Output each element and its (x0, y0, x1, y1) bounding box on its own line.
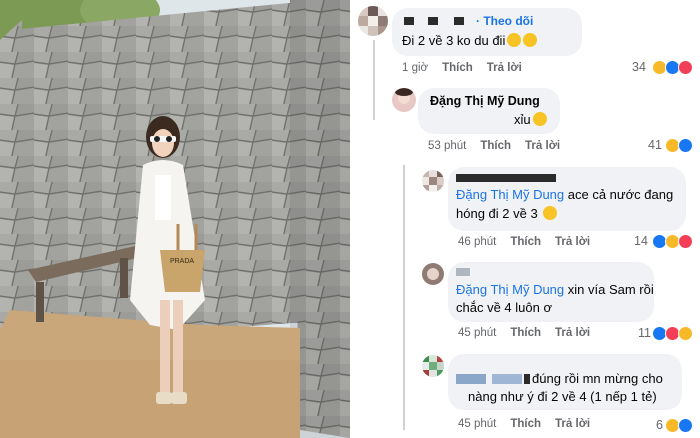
like-link[interactable]: Thích (480, 140, 511, 152)
like-link[interactable]: Thích (510, 418, 541, 430)
love-reaction-icon (678, 234, 693, 249)
comment-bubble: đúng rồi mn mừng cho nàng như ý đi 2 về … (448, 354, 682, 410)
grinning-emoji (507, 33, 522, 47)
like-link[interactable]: Thích (442, 62, 473, 74)
comment-time[interactable]: 53 phút (428, 140, 466, 152)
avatar[interactable] (392, 88, 416, 112)
sunglasses (150, 136, 176, 142)
comment-text: Đi 2 về 3 ko du đii (402, 32, 538, 50)
censored-name (456, 174, 556, 182)
haha-reaction-icon (678, 326, 693, 341)
thread-line (403, 165, 405, 430)
reply-link[interactable]: Trả lời (555, 327, 590, 339)
reply-link[interactable]: Trả lời (555, 236, 590, 248)
comment-time[interactable]: 46 phút (458, 236, 496, 248)
comment-actions: 45 phút Thích Trả lời (458, 327, 590, 339)
post-photo[interactable]: PRADA (0, 0, 350, 438)
reaction-count[interactable]: 41 (648, 138, 662, 152)
censored-name (404, 17, 414, 25)
thread-line (373, 40, 375, 120)
censored-name (456, 374, 486, 384)
like-link[interactable]: Thích (510, 236, 541, 248)
reply-link[interactable]: Trả lời (487, 62, 522, 74)
comment-text: Đặng Thị Mỹ Dung ace cả nước đang (456, 187, 674, 202)
reply-link[interactable]: Trả lời (555, 418, 590, 430)
comment-time[interactable]: 1 giờ (402, 62, 428, 74)
comment-bubble: Đặng Thị Mỹ Dung xỉu (418, 88, 560, 134)
svg-text:PRADA: PRADA (170, 258, 194, 265)
censored-name (456, 268, 470, 276)
like-reaction-icon (678, 138, 693, 153)
comment-section: · Theo dõi Đi 2 về 3 ko du đii 1 giờ Thíc… (350, 0, 700, 438)
comment-bubble: Đặng Thị Mỹ Dung ace cả nước đang hóng đ… (448, 167, 686, 231)
avatar[interactable] (422, 170, 444, 192)
wink-tongue-emoji (543, 206, 558, 220)
reaction-count[interactable]: 6 (656, 418, 663, 432)
commenter-name[interactable]: Đặng Thị Mỹ Dung (430, 94, 540, 108)
avatar[interactable] (358, 6, 388, 36)
reaction-count[interactable]: 34 (632, 60, 646, 74)
avatar[interactable] (422, 263, 444, 285)
mention-link[interactable]: Đặng Thị Mỹ Dung (456, 187, 564, 202)
comment-time[interactable]: 45 phút (458, 327, 496, 339)
comment-actions: 46 phút Thích Trả lời (458, 236, 590, 248)
mention-link[interactable]: Đặng Thị Mỹ Dung (456, 282, 564, 297)
straw-bag (160, 250, 205, 292)
comment-actions: 45 phút Thích Trả lời (458, 418, 590, 430)
comment-text: đúng rồi mn mừng cho (532, 371, 663, 386)
comment-time[interactable]: 45 phút (458, 418, 496, 430)
tongue-emoji (532, 112, 547, 126)
grinning-emoji (523, 33, 538, 47)
photo-scene: PRADA (0, 0, 350, 438)
follow-link[interactable]: · Theo dõi (476, 14, 533, 28)
reaction-count[interactable]: 14 (634, 234, 648, 248)
comment-actions: 53 phút Thích Trả lời (428, 140, 560, 152)
like-link[interactable]: Thích (510, 327, 541, 339)
reaction-count[interactable]: 11 (638, 326, 651, 340)
like-reaction-icon (678, 418, 693, 433)
comment-bubble: Đặng Thị Mỹ Dung xin vía Sam rồi chắc về… (448, 262, 654, 322)
comment-text: xỉu (514, 111, 547, 129)
comment-actions: 1 giờ Thích Trả lời (402, 62, 522, 74)
reply-link[interactable]: Trả lời (525, 140, 560, 152)
love-reaction-icon (678, 60, 693, 75)
avatar[interactable] (422, 355, 444, 377)
comment-text: Đặng Thị Mỹ Dung xin vía Sam rồi (456, 282, 654, 297)
comment-bubble: · Theo dõi Đi 2 về 3 ko du đii (392, 8, 582, 56)
